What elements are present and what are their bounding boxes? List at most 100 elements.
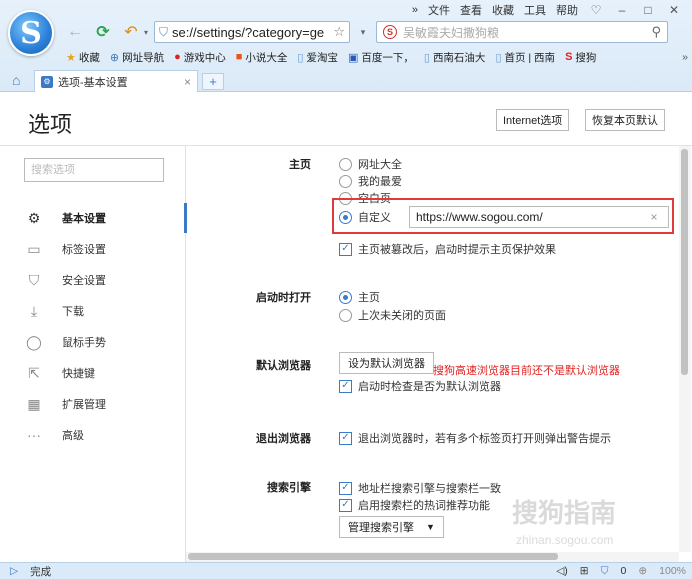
radio-button[interactable] [339,308,352,322]
page-icon: ▯ [423,51,430,64]
top-menu: » 文件 查看 收藏 工具 帮助 ♡ – □ ✕ [412,2,682,18]
hot-words-checkbox[interactable]: ✓ 启用搜索栏的热词推荐功能 [339,497,490,513]
bookmark-star-icon[interactable]: ☆ [333,24,345,40]
bookmark-label: 搜狗 [575,51,597,64]
bookmark-label: 收藏 [78,51,100,64]
radio-button[interactable] [339,157,352,171]
sidebar-item-mouse-gesture[interactable]: ◯ 鼠标手势 [0,327,186,357]
maximize-button[interactable]: □ [640,3,656,17]
browser-chrome: S » 文件 查看 收藏 工具 帮助 ♡ – □ ✕ ← ⟳ ↶ ▾ ⛉ se:… [0,0,692,92]
bookmark-label: 西南石油大 [432,51,486,64]
security-shield-icon: ⛉ [159,24,169,39]
bookmark-baidu[interactable]: ▣ 百度一下， [348,50,414,65]
bookmark-swpu[interactable]: ▯ 西南石油大 [424,50,486,65]
menu-file[interactable]: 文件 [428,2,450,18]
radio-button-selected[interactable] [339,290,352,304]
sidebar-item-label: 快捷键 [62,368,95,380]
checkbox-checked[interactable]: ✓ [339,431,352,445]
refresh-icon[interactable]: ⟳ [92,21,114,43]
tab-close-icon[interactable]: × [184,75,191,89]
radio-button[interactable] [339,174,352,188]
sidebar-item-download[interactable]: ⤓ 下载 [0,296,186,326]
clear-url-icon[interactable]: × [646,208,662,226]
vertical-scrollbar-thumb[interactable] [681,149,688,375]
horizontal-scrollbar-thumb[interactable] [188,553,558,560]
checkbox-checked[interactable]: ✓ [339,242,352,256]
sogou-search-engine-icon[interactable]: S [383,25,398,39]
settings-sidebar: ⚙ 基本设置 ▭ 标签设置 ⛉ 安全设置 ⤓ 下载 ◯ 鼠标手势 ⇱ 快捷键 ▦… [0,146,187,562]
search-icon[interactable]: ⚲ [651,24,661,40]
bookmark-swpu-home[interactable]: ▯ 首页 | 西南 [495,50,555,65]
address-search-sync-checkbox[interactable]: ✓ 地址栏搜索引擎与搜索栏一致 [339,480,501,496]
back-arrow-icon[interactable]: ← [64,21,86,43]
more-menu-icon[interactable]: » [412,4,418,16]
homepage-section-label: 主页 [289,159,311,171]
undo-close-tab-icon[interactable]: ↶ [120,21,142,43]
startup-option-homepage[interactable]: 主页 [339,289,380,305]
sidebar-item-security[interactable]: ⛉ 安全设置 [0,265,186,295]
address-bar[interactable]: ⛉ se://settings/?category=ge ☆ [154,21,351,43]
page-icon: ▯ [495,51,502,64]
bookmark-favorites[interactable]: ★ 收藏 [66,50,100,65]
page-title: 选项 [28,112,73,137]
address-dropdown-icon[interactable]: ▾ [356,27,370,38]
homepage-option-url-nav[interactable]: 网址大全 [339,156,402,172]
sidebar-item-basic[interactable]: ⚙ 基本设置 [0,203,187,233]
skin-icon[interactable]: ♡ [588,3,604,17]
sidebar-item-shortcuts[interactable]: ⇱ 快捷键 [0,358,186,388]
checkbox-label: 启动时检查是否为默认浏览器 [358,381,501,393]
sidebar-toggle-icon[interactable]: ▷ [10,565,18,577]
homepage-protect-checkbox[interactable]: ✓ 主页被篡改后，启动时提示主页保护效果 [339,241,556,257]
bookmark-sogou[interactable]: S 搜狗 [565,50,596,65]
set-default-browser-button[interactable]: 设为默认浏览器 [339,352,434,374]
sogou-icon: S [565,51,573,63]
adblock-count: 0 [620,565,627,577]
volume-icon[interactable]: ◁) [556,565,568,577]
checkbox-checked[interactable]: ✓ [339,379,352,393]
sidebar-item-advanced[interactable]: ··· 高级 [0,420,186,450]
homepage-option-favorites[interactable]: 我的最爱 [339,173,402,189]
bookmark-novels[interactable]: ■ 小说大全 [236,50,288,65]
menu-help[interactable]: 帮助 [556,2,578,18]
adblock-shield-icon[interactable]: ⛉ [601,565,609,578]
home-icon[interactable]: ⌂ [12,72,20,88]
status-text: 完成 [30,565,52,578]
address-input[interactable]: se://settings/?category=ge [172,25,329,40]
option-label: 自定义 [358,212,391,224]
zoom-icon[interactable]: ⊕ [638,565,647,577]
bookmark-game-center[interactable]: ● 游戏中心 [174,50,226,65]
watermark: 搜狗指南 [512,498,617,528]
startup-option-last-session[interactable]: 上次未关闭的页面 [339,307,446,323]
bookmark-taobao[interactable]: ▯ 爱淘宝 [297,50,338,65]
exit-warning-checkbox[interactable]: ✓ 退出浏览器时，若有多个标签页打开则弹出警告提示 [339,430,611,446]
search-box[interactable]: S 吴敏霞夫妇撒狗粮 ⚲ [376,21,669,43]
download-manager-icon[interactable]: ⊞ [580,565,589,577]
check-default-browser-checkbox[interactable]: ✓ 启动时检查是否为默认浏览器 [339,378,501,394]
restore-defaults-button[interactable]: 恢复本页默认 [585,109,665,131]
sidebar-search-input[interactable] [24,158,164,182]
zoom-level[interactable]: 100% [659,565,686,577]
search-input[interactable]: 吴敏霞夫妇撒狗粮 [403,24,645,41]
homepage-option-custom[interactable]: 自定义 [339,209,391,225]
menu-view[interactable]: 查看 [460,2,482,18]
manage-search-engines-button[interactable]: 管理搜索引擎 ▼ [339,516,444,538]
tab-settings[interactable]: ⚙ 选项-基本设置 × [34,70,198,92]
checkbox-checked[interactable]: ✓ [339,498,352,512]
sogou-browser-logo[interactable]: S [8,10,54,56]
bookmark-url-navigation[interactable]: ⊕ 网址导航 [110,50,164,65]
bookmarks-more-icon[interactable]: » [682,51,688,63]
sidebar-item-tabs[interactable]: ▭ 标签设置 [0,234,186,264]
menu-tools[interactable]: 工具 [524,2,546,18]
sidebar-item-extensions[interactable]: ▦ 扩展管理 [0,389,186,419]
star-icon: ★ [66,51,76,64]
minimize-button[interactable]: – [614,3,630,17]
undo-dropdown-icon[interactable]: ▾ [144,28,148,37]
checkbox-checked[interactable]: ✓ [339,481,352,495]
internet-options-button[interactable]: Internet选项 [496,109,570,131]
radio-button-selected[interactable] [339,210,352,224]
menu-favorites[interactable]: 收藏 [492,2,514,18]
sidebar-item-label: 标签设置 [62,244,106,256]
close-window-button[interactable]: ✕ [666,3,682,17]
custom-homepage-url-input[interactable]: https://www.sogou.com/ [409,206,669,228]
new-tab-button[interactable]: + [202,73,224,90]
